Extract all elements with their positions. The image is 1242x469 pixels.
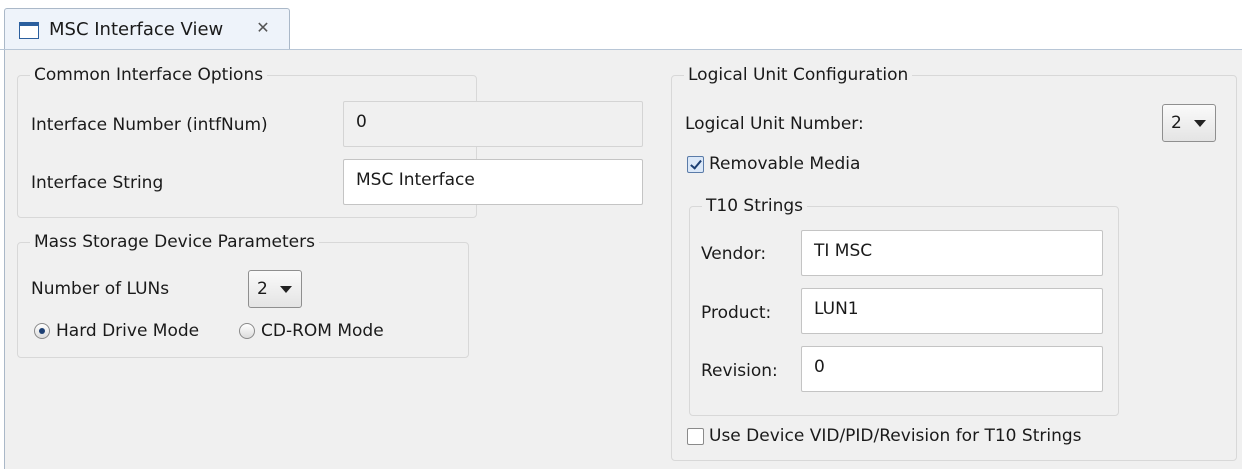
logical-unit-number-dropdown[interactable]: 2 — [1162, 104, 1216, 142]
vendor-field[interactable]: TI MSC — [801, 230, 1103, 276]
revision-field[interactable]: 0 — [801, 346, 1103, 392]
logical-unit-number-value: 2 — [1171, 113, 1182, 133]
group-title: Common Interface Options — [30, 64, 268, 86]
number-of-luns-value: 2 — [257, 279, 268, 299]
logical-unit-configuration-group: Logical Unit Configuration Logical Unit … — [671, 64, 1237, 461]
group-title: Logical Unit Configuration — [684, 64, 913, 86]
number-of-luns-label: Number of LUNs — [31, 279, 170, 299]
chevron-down-icon — [280, 286, 292, 293]
product-field[interactable]: LUN1 — [801, 288, 1103, 334]
revision-label: Revision: — [701, 361, 778, 381]
group-title: T10 Strings — [702, 195, 808, 217]
tab-title: MSC Interface View — [49, 19, 224, 40]
logical-unit-number-label: Logical Unit Number: — [685, 114, 864, 134]
number-of-luns-dropdown[interactable]: 2 — [248, 270, 302, 308]
t10-strings-group: T10 Strings Vendor: TI MSC Product: LUN1… — [689, 195, 1119, 416]
cd-rom-mode-radio[interactable] — [239, 323, 255, 339]
tab-bar: MSC Interface View ✕ — [0, 0, 1242, 50]
vendor-label: Vendor: — [701, 244, 767, 264]
common-interface-options-group: Common Interface Options Interface Numbe… — [17, 64, 643, 218]
group-title: Mass Storage Device Parameters — [30, 231, 319, 253]
mass-storage-device-parameters-group: Mass Storage Device Parameters Number of… — [17, 231, 469, 358]
removable-media-checkbox[interactable] — [687, 156, 704, 173]
interface-string-field[interactable]: MSC Interface — [343, 159, 643, 205]
hard-drive-mode-label[interactable]: Hard Drive Mode — [56, 320, 199, 342]
hard-drive-mode-radio[interactable] — [34, 323, 50, 339]
interface-number-label: Interface Number (intfNum) — [31, 115, 268, 135]
cd-rom-mode-label[interactable]: CD-ROM Mode — [261, 320, 384, 342]
view-window-icon — [19, 22, 39, 39]
use-device-vid-pid-label[interactable]: Use Device VID/PID/Revision for T10 Stri… — [709, 425, 1082, 447]
close-icon[interactable]: ✕ — [253, 18, 273, 38]
view-content: Common Interface Options Interface Numbe… — [4, 50, 1242, 469]
chevron-down-icon — [1194, 120, 1206, 127]
product-label: Product: — [701, 303, 772, 323]
interface-number-field: 0 — [343, 101, 643, 147]
removable-media-label[interactable]: Removable Media — [709, 153, 860, 175]
tab-msc-interface-view[interactable]: MSC Interface View ✕ — [4, 8, 290, 50]
use-device-vid-pid-checkbox[interactable] — [687, 428, 704, 445]
interface-string-label: Interface String — [31, 173, 164, 193]
